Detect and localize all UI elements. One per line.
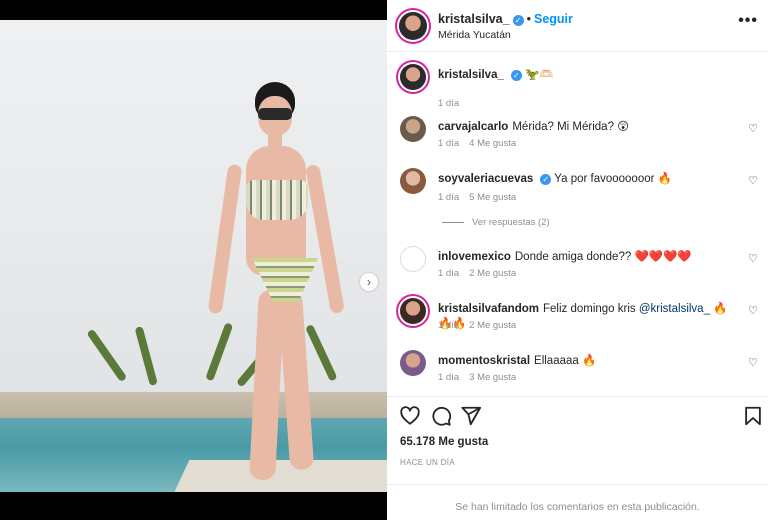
post-media-area: › (0, 0, 387, 520)
comment-body: Ya por favooooooor 🔥 (554, 173, 672, 185)
comment-meta: 1 día 5 Me gusta (438, 192, 526, 203)
comment-text: carvajalcarlo Mérida? Mi Mérida? 😲 (438, 120, 738, 135)
heart-icon[interactable]: ♡ (748, 122, 758, 135)
author-username[interactable]: kristalsilva_ (438, 12, 510, 26)
comment-time[interactable]: 1 día (438, 192, 459, 203)
post-location[interactable]: Mérida Yucatán (438, 29, 511, 41)
comment-text: inlovemexico Donde amiga donde?? ❤️❤️❤️❤️ (438, 250, 738, 265)
verified-badge-icon: ✓ (512, 15, 524, 26)
verified-badge-icon: ✓ (510, 70, 522, 81)
view-replies-label: Ver respuestas (2) (472, 217, 550, 228)
avatar[interactable] (400, 246, 426, 272)
comment-likes[interactable]: 2 Me gusta (469, 268, 516, 279)
share-icon[interactable] (460, 405, 482, 427)
heart-icon[interactable] (399, 405, 421, 427)
comment-time[interactable]: 1 día (438, 268, 459, 279)
view-replies-link[interactable]: Ver respuestas (2) (442, 217, 550, 228)
comment-likes[interactable]: 3 Me gusta (469, 372, 516, 383)
comment-body: Feliz domingo kris (542, 303, 639, 315)
avatar[interactable] (400, 350, 426, 376)
avatar[interactable] (400, 116, 426, 142)
separator-dot: • (526, 12, 531, 26)
comment-meta: 1 día 3 Me gusta (438, 372, 526, 383)
avatar[interactable] (400, 298, 426, 324)
replies-line (442, 221, 464, 223)
comment-username[interactable]: inlovemexico (438, 251, 511, 263)
comment-username[interactable]: kristalsilvafandom (438, 303, 539, 315)
heart-icon[interactable]: ♡ (748, 356, 758, 369)
comment-body: Donde amiga donde?? ❤️❤️❤️❤️ (514, 251, 692, 263)
heart-icon[interactable]: ♡ (748, 304, 758, 317)
photo-person (196, 80, 366, 490)
likes-count[interactable]: 65.178 Me gusta (400, 436, 488, 448)
comment-body: Mérida? Mi Mérida? 😲 (512, 121, 630, 133)
comment-time[interactable]: 1 día (438, 372, 459, 383)
bookmark-icon[interactable] (742, 405, 764, 427)
heart-icon[interactable]: ♡ (748, 174, 758, 187)
comment-likes[interactable]: 4 Me gusta (469, 138, 516, 149)
comment-text: soyvaleriacuevas ✓ Ya por favooooooor 🔥 (438, 172, 738, 187)
heart-icon[interactable]: ♡ (748, 252, 758, 265)
comment-time[interactable]: 1 día (438, 320, 459, 331)
follow-button[interactable]: Seguir (534, 12, 573, 26)
comment-meta: 1 día 4 Me gusta (438, 138, 526, 149)
caption-text: kristalsilva_ ✓ 🦖🫶🏻 (438, 68, 738, 83)
post-photo[interactable]: › (0, 20, 387, 492)
caption-username[interactable]: kristalsilva_ (438, 69, 504, 81)
verified-badge-icon: ✓ (540, 174, 552, 185)
caption-time[interactable]: 1 día (438, 98, 459, 109)
caption-meta: 1 día (438, 98, 469, 109)
comment-username[interactable]: soyvaleriacuevas (438, 173, 533, 185)
comment-time[interactable]: 1 día (438, 138, 459, 149)
post-date[interactable]: HACE UN DÍA (400, 458, 455, 467)
comment-text: momentoskristal Ellaaaaa 🔥 (438, 354, 738, 369)
post-header: kristalsilva_ ✓ • Seguir Mérida Yucatán ••• (387, 0, 768, 52)
comment-icon[interactable] (430, 405, 452, 427)
avatar[interactable] (400, 64, 426, 90)
comment-username[interactable]: carvajalcarlo (438, 121, 508, 133)
avatar[interactable] (400, 168, 426, 194)
post-detail-panel: kristalsilva_ ✓ • Seguir Mérida Yucatán •••… (387, 0, 768, 520)
more-options-icon[interactable]: ••• (738, 12, 758, 30)
comment-username[interactable]: momentoskristal (438, 355, 530, 367)
post-author: kristalsilva_ ✓ • Seguir (438, 12, 573, 26)
comments-list[interactable]: kristalsilva_ ✓ 🦖🫶🏻 1 día carvajalcarlo Mé… (387, 52, 768, 394)
avatar[interactable] (399, 12, 427, 40)
comment-mention[interactable]: @kristalsilva_ (639, 303, 710, 315)
chevron-right-icon[interactable]: › (360, 273, 378, 291)
comment-likes[interactable]: 2 Me gusta (469, 320, 516, 331)
action-bar (387, 396, 768, 432)
comment-body: Ellaaaaa 🔥 (534, 355, 597, 367)
comment-meta: 1 día 2 Me gusta (438, 320, 526, 331)
caption-body: 🦖🫶🏻 (525, 69, 554, 81)
comments-limited-notice: Se han limitado los comentarios en esta … (387, 484, 768, 520)
comment-meta: 1 día 2 Me gusta (438, 268, 526, 279)
comment-likes[interactable]: 5 Me gusta (469, 192, 516, 203)
